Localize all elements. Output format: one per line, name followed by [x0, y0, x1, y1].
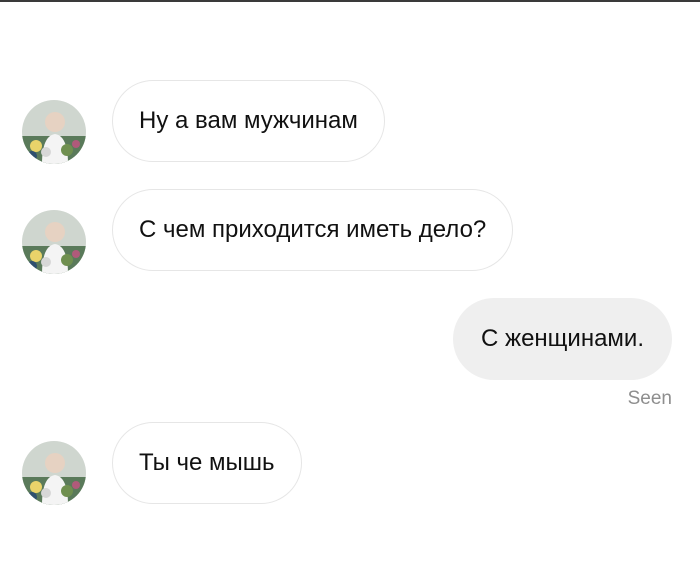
message-text: С женщинами. [481, 325, 644, 352]
seen-receipt: Seen [627, 388, 672, 409]
window-top-border [0, 0, 700, 2]
message-text: Ты че мышь [139, 449, 275, 476]
avatar-photo-icon [22, 100, 86, 164]
message-bubble-incoming[interactable]: С чем приходится иметь дело? [112, 189, 514, 271]
contact-avatar[interactable] [22, 441, 86, 505]
contact-avatar[interactable] [22, 100, 86, 164]
message-text: Ну а вам мужчинам [139, 107, 358, 134]
avatar-photo-icon [22, 441, 86, 505]
avatar-photo-icon [22, 210, 86, 274]
message-text: С чем приходится иметь дело? [139, 216, 487, 243]
message-bubble-incoming[interactable]: Ну а вам мужчинам [112, 80, 385, 162]
contact-avatar[interactable] [22, 210, 86, 274]
message-bubble-incoming[interactable]: Ты че мышь [112, 422, 302, 504]
message-bubble-outgoing[interactable]: С женщинами. [453, 298, 672, 380]
